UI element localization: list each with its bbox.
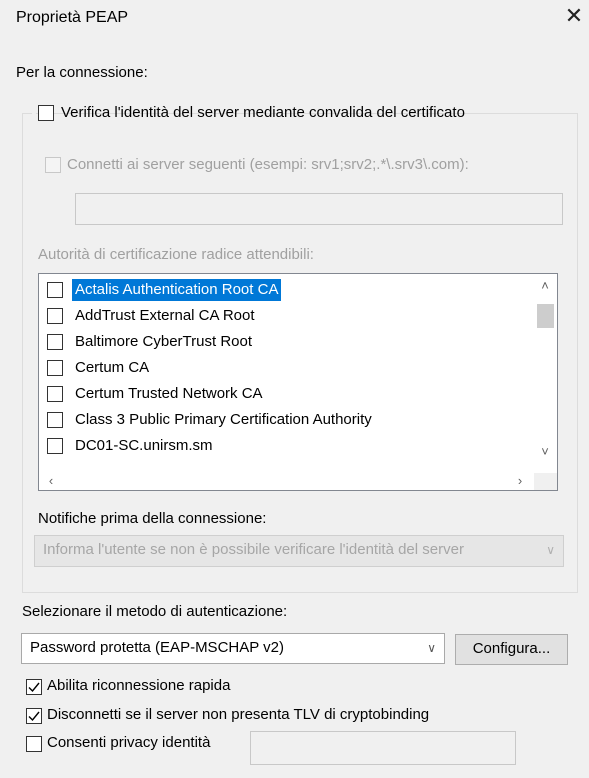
window-title: Proprietà PEAP — [16, 9, 129, 26]
close-icon: ✕ — [564, 3, 584, 28]
cryptobinding-checkbox[interactable] — [26, 708, 42, 724]
list-item-checkbox[interactable] — [47, 412, 63, 428]
list-item-label: Actalis Authentication Root CA — [72, 279, 282, 301]
fast-reconnect-checkbox[interactable] — [26, 679, 42, 695]
identity-privacy-option[interactable]: Consenti privacy identità — [26, 734, 246, 754]
horizontal-scrollbar[interactable]: ‹ › — [39, 473, 557, 490]
list-item[interactable]: Actalis Authentication Root CA — [39, 278, 534, 302]
list-item-label: Certum CA — [75, 359, 150, 376]
notifications-dropdown[interactable]: Informa l'utente se non è possibile veri… — [34, 535, 564, 567]
identity-privacy-input[interactable] — [250, 731, 516, 765]
connect-servers-checkbox[interactable] — [45, 157, 61, 173]
configure-button[interactable]: Configura... — [455, 634, 568, 665]
trusted-roots-label: Autorità di certificazione radice attend… — [38, 246, 314, 263]
scroll-right-icon[interactable]: › — [513, 474, 527, 488]
chevron-down-icon: ∨ — [546, 543, 555, 557]
chevron-down-icon: ∨ — [427, 641, 436, 655]
list-item[interactable]: Certum CA — [39, 356, 534, 380]
verify-server-checkbox[interactable] — [38, 105, 54, 121]
verify-server-label: Verifica l'identità del server mediante … — [61, 104, 465, 121]
cryptobinding-option[interactable]: Disconnetti se il server non presenta TL… — [26, 706, 486, 726]
list-item-label: Class 3 Public Primary Certification Aut… — [75, 411, 372, 428]
close-button[interactable]: ✕ — [563, 4, 585, 28]
list-item-checkbox[interactable] — [47, 308, 63, 324]
list-item-label: DC01-SC.unirsm.sm — [75, 437, 213, 454]
server-names-input[interactable] — [75, 193, 563, 225]
cryptobinding-label: Disconnetti se il server non presenta TL… — [47, 706, 430, 723]
scroll-down-icon[interactable]: ˅ — [538, 445, 552, 459]
list-item-checkbox[interactable] — [47, 282, 63, 298]
notifications-value: Informa l'utente se non è possibile veri… — [43, 541, 464, 558]
auth-method-dropdown[interactable]: Password protetta (EAP-MSCHAP v2) ∨ — [21, 633, 445, 664]
fast-reconnect-option[interactable]: Abilita riconnessione rapida — [26, 677, 286, 697]
auth-method-label: Selezionare il metodo di autenticazione: — [22, 603, 288, 620]
list-item[interactable]: Baltimore CyberTrust Root — [39, 330, 534, 354]
list-item[interactable]: DC01-SC.unirsm.sm — [39, 434, 534, 458]
list-item[interactable]: Certum Trusted Network CA — [39, 382, 534, 406]
list-item-checkbox[interactable] — [47, 438, 63, 454]
fast-reconnect-label: Abilita riconnessione rapida — [47, 677, 231, 694]
auth-method-value: Password protetta (EAP-MSCHAP v2) — [30, 639, 284, 656]
trusted-roots-list[interactable]: Actalis Authentication Root CA AddTrust … — [38, 273, 558, 491]
identity-privacy-checkbox[interactable] — [26, 736, 42, 752]
identity-privacy-label: Consenti privacy identità — [47, 734, 211, 751]
list-item-checkbox[interactable] — [47, 386, 63, 402]
list-item[interactable]: AddTrust External CA Root — [39, 304, 534, 328]
scroll-thumb[interactable] — [537, 304, 554, 328]
checkmark-icon — [28, 682, 40, 693]
list-item-checkbox[interactable] — [47, 360, 63, 376]
scroll-up-icon[interactable]: ˄ — [538, 279, 552, 293]
vertical-scrollbar[interactable]: ˄ ˅ — [534, 274, 557, 473]
connect-servers-label: Connetti ai server seguenti (esempi: srv… — [67, 156, 469, 173]
list-item[interactable]: Class 3 Public Primary Certification Aut… — [39, 408, 534, 432]
checkmark-icon — [28, 711, 40, 722]
scroll-left-icon[interactable]: ‹ — [44, 474, 58, 488]
list-item-label: Baltimore CyberTrust Root — [75, 333, 252, 350]
notifications-label: Notifiche prima della connessione: — [38, 510, 267, 527]
list-item-label: AddTrust External CA Root — [75, 307, 255, 324]
list-item-checkbox[interactable] — [47, 334, 63, 350]
scrollbar-corner — [534, 473, 557, 490]
list-item-label: Certum Trusted Network CA — [75, 385, 263, 402]
connection-label: Per la connessione: — [16, 64, 148, 81]
verify-server-option[interactable]: Verifica l'identità del server mediante … — [32, 102, 465, 124]
